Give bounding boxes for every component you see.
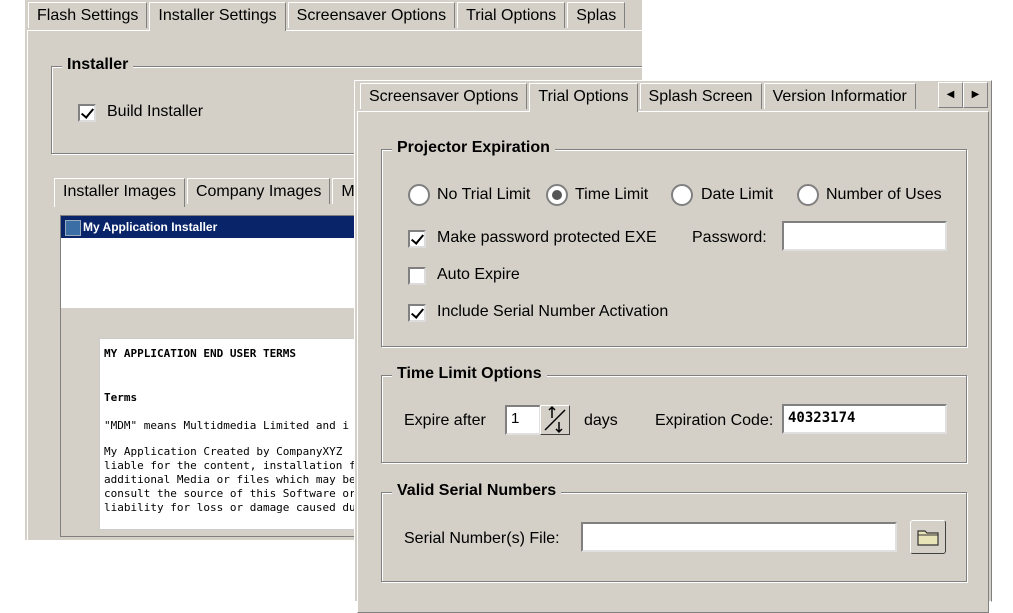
tab-scroll-left-button[interactable]: ◀	[938, 82, 963, 108]
radio-date-limit-label: Date Limit	[701, 186, 774, 203]
trial-options-window: Screensaver Options Trial Options Splash…	[354, 80, 992, 613]
tab-scroll-right-button[interactable]: ▶	[963, 82, 988, 108]
installer-group-legend: Installer	[62, 56, 134, 74]
browse-folder-button[interactable]	[910, 520, 946, 554]
password-exe-checkbox[interactable]	[408, 230, 426, 248]
radio-time-limit[interactable]	[546, 184, 568, 206]
tab-company-images[interactable]: Company Images	[186, 178, 331, 204]
expiration-code-label: Expiration Code:	[655, 412, 774, 429]
expiration-code-field[interactable]: 40323174	[782, 404, 947, 434]
terms-page: MY APPLICATION END USER TERMS Terms "MDM…	[99, 338, 357, 530]
days-label: days	[584, 412, 618, 429]
tab-version-information[interactable]: Version Informatior	[763, 83, 916, 109]
password-label: Password:	[692, 229, 767, 246]
preview-title: My Application Installer	[83, 220, 218, 234]
expire-after-spinner[interactable]	[540, 405, 570, 435]
auto-expire-label: Auto Expire	[437, 266, 520, 283]
expire-after-field[interactable]: 1	[505, 405, 541, 435]
tab-installer-images[interactable]: Installer Images	[54, 178, 185, 207]
terms-line: liable for the content, installation fil…	[104, 459, 356, 472]
back-tab-strip: Flash Settings Installer Settings Screen…	[28, 2, 627, 31]
preview-title-bar: My Application Installer	[61, 216, 356, 238]
terms-line: consult the source of this Software or A	[104, 487, 357, 500]
terms-line: My Application Created by CompanyXYZ	[104, 445, 343, 458]
tab-flash-settings[interactable]: Flash Settings	[28, 2, 148, 28]
radio-time-limit-label: Time Limit	[575, 186, 649, 203]
expire-after-label: Expire after	[404, 412, 486, 429]
valid-serial-numbers-legend: Valid Serial Numbers	[392, 482, 562, 500]
password-field[interactable]	[782, 221, 947, 251]
tab-screensaver-options[interactable]: Screensaver Options	[287, 2, 456, 28]
auto-expire-checkbox[interactable]	[408, 267, 426, 285]
serial-file-field[interactable]	[581, 522, 897, 552]
tab-trial-options[interactable]: Trial Options	[457, 2, 566, 28]
radio-number-of-uses-label: Number of Uses	[826, 186, 942, 203]
terms-line: additional Media or files which may be i	[104, 473, 357, 486]
radio-no-trial-limit-label: No Trial Limit	[437, 186, 531, 203]
preview-body: MY APPLICATION END USER TERMS Terms "MDM…	[61, 308, 356, 536]
build-installer-checkbox[interactable]	[78, 104, 96, 122]
password-exe-label: Make password protected EXE	[437, 229, 657, 246]
terms-line: liability for loss or damage caused due …	[104, 501, 357, 514]
projector-expiration-legend: Projector Expiration	[392, 139, 555, 157]
serial-activation-label: Include Serial Number Activation	[437, 303, 669, 320]
folder-icon	[917, 530, 939, 546]
image-tab-strip: Installer Images Company Images M	[54, 178, 366, 207]
time-limit-options-legend: Time Limit Options	[392, 365, 547, 383]
build-installer-label: Build Installer	[107, 103, 204, 120]
tab-trial-options[interactable]: Trial Options	[529, 83, 638, 112]
installer-preview: My Application Installer MY APPLICATION …	[60, 215, 357, 537]
front-tab-strip: Screensaver Options Trial Options Splash…	[360, 83, 918, 112]
radio-no-trial-limit[interactable]	[408, 184, 430, 206]
tab-splash-screen[interactable]: Splash Screen	[639, 83, 762, 109]
tab-screensaver-options[interactable]: Screensaver Options	[360, 83, 528, 109]
radio-number-of-uses[interactable]	[797, 184, 819, 206]
tab-splash-partial[interactable]: Splas	[567, 2, 626, 28]
terms-line: "MDM" means Multidmedia Limited and i	[104, 419, 350, 432]
tab-installer-settings[interactable]: Installer Settings	[149, 2, 286, 31]
app-icon	[65, 220, 81, 236]
serial-activation-checkbox[interactable]	[408, 304, 426, 322]
radio-date-limit[interactable]	[671, 184, 693, 206]
terms-heading: Terms	[104, 391, 138, 404]
serial-file-label: Serial Number(s) File:	[404, 530, 560, 547]
spinner-arrows-icon	[544, 405, 566, 434]
terms-page-heading: MY APPLICATION END USER TERMS	[104, 347, 297, 360]
